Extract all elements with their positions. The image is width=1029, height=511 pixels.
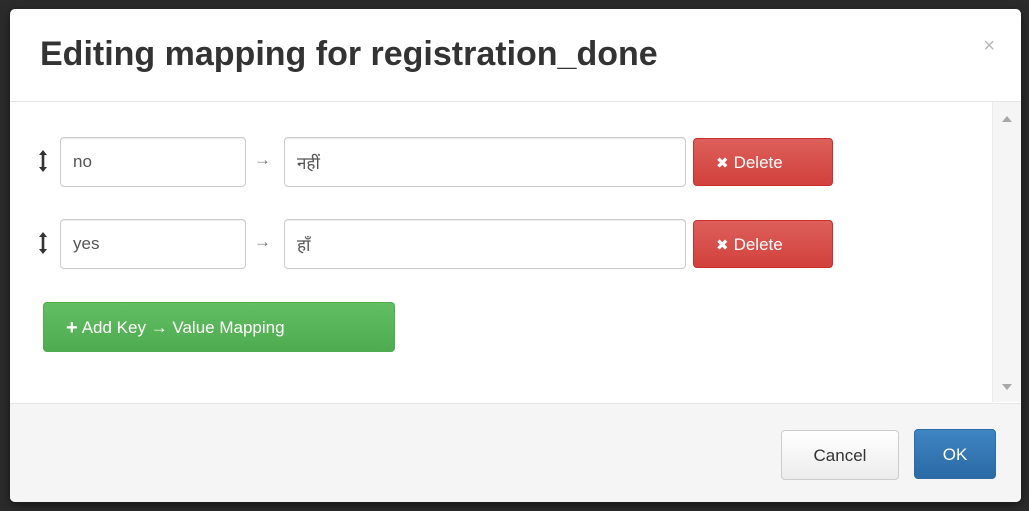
arrow-icon: →	[254, 150, 271, 169]
add-button-content: + Add Key → Value Mapping	[66, 318, 285, 338]
ok-button[interactable]: OK	[914, 429, 996, 479]
drag-handle-icon[interactable]	[38, 150, 48, 172]
drag-handle-icon[interactable]	[38, 232, 48, 254]
delete-button-content: ✖ Delete	[716, 236, 783, 253]
delete-label: Delete	[733, 235, 783, 254]
mapping-row: → ✖Delete	[10, 219, 970, 269]
scroll-down-arrow-icon[interactable]	[1002, 384, 1012, 390]
value-input[interactable]	[284, 219, 686, 269]
x-icon: ✖	[716, 155, 729, 172]
delete-button-content: ✖ Delete	[716, 154, 783, 171]
key-input[interactable]	[60, 219, 246, 269]
cancel-button[interactable]: Cancel	[781, 430, 899, 480]
key-input[interactable]	[60, 137, 246, 187]
value-input[interactable]	[284, 137, 686, 187]
close-icon[interactable]: ×	[983, 36, 995, 56]
delete-label: Delete	[733, 153, 783, 172]
scroll-up-arrow-icon[interactable]	[1002, 116, 1012, 122]
delete-button[interactable]: ✖ Delete	[693, 220, 833, 268]
x-icon: ✖	[716, 237, 729, 254]
arrow-icon: →	[254, 232, 271, 251]
delete-button[interactable]: ✖ Delete	[693, 138, 833, 186]
add-mapping-button[interactable]: + Add Key → Value Mapping	[43, 302, 395, 352]
body-scrollbar[interactable]	[992, 102, 1021, 402]
dialog-header: Editing mapping for registration_done ×	[10, 9, 1021, 102]
mapping-row: → ✖Delete	[10, 137, 970, 187]
mapping-editor-dialog: Editing mapping for registration_done × …	[10, 9, 1021, 502]
plus-icon: +	[66, 317, 78, 339]
dialog-body: → ✖Delete → ✖Delete	[10, 102, 1021, 402]
dialog-footer: Cancel OK	[10, 403, 1021, 502]
add-button-label: Add Key → Value Mapping	[81, 318, 285, 337]
dialog-title: Editing mapping for registration_done	[40, 35, 658, 73]
